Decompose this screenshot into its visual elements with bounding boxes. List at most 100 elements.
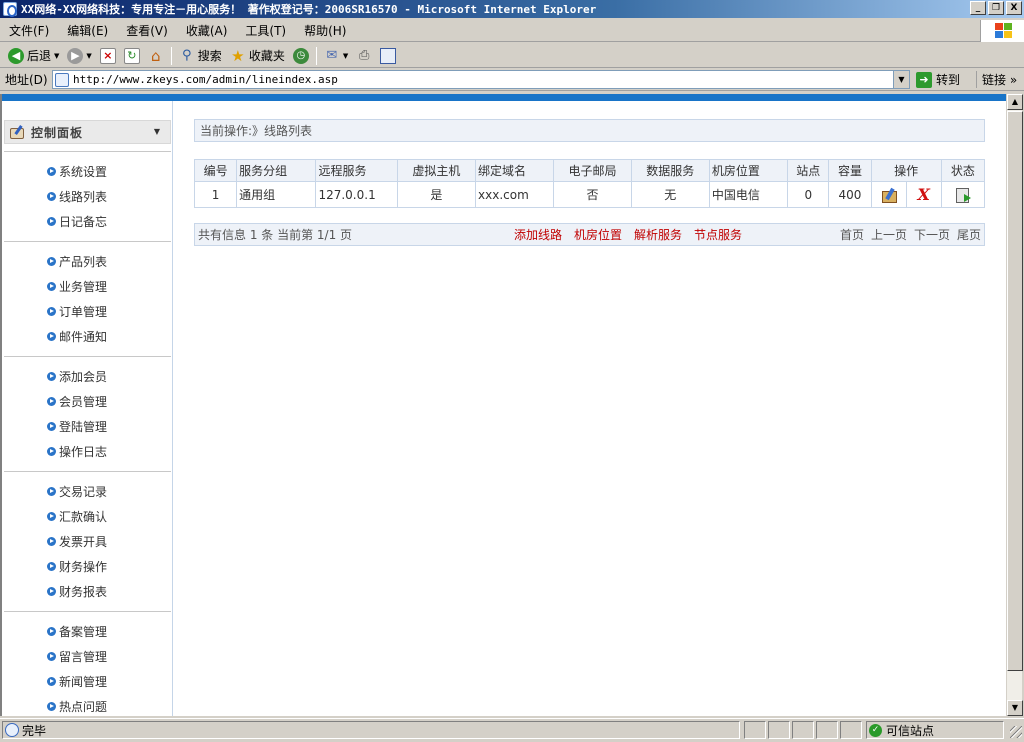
stop-button[interactable]: × [96,47,120,64]
cell-id: 1 [193,181,238,208]
refresh-button[interactable]: ↻ [120,47,144,64]
table-header-row: 编号 服务分组 远程服务 虚拟主机 绑定域名 电子邮局 数据服务 机房位置 站点… [193,159,986,182]
bullet-arrow-icon [47,447,56,456]
address-dropdown-icon[interactable]: ▼ [893,71,909,88]
sidebar-item-system-settings[interactable]: 系统设置 [4,159,171,184]
bullet-arrow-icon [47,422,56,431]
dns-service-link[interactable]: 解析服务 [634,226,682,243]
sidebar-item-transactions[interactable]: 交易记录 [4,479,171,504]
minimize-button[interactable]: _ [970,1,986,15]
sidebar-item-add-member[interactable]: 添加会员 [4,364,171,389]
search-label: 搜索 [197,49,222,63]
status-panel [792,721,814,739]
edit-page-button[interactable] [376,47,400,64]
room-location-link[interactable]: 机房位置 [574,226,622,243]
cell-actions: X [870,181,942,208]
mail-button[interactable]: ✉ ▼ [320,48,352,64]
status-text-panel: 完毕 [2,721,740,739]
page-done-icon [5,723,19,737]
cell-status[interactable] [940,181,986,208]
history-button[interactable]: ◷ [289,47,313,64]
sidebar-item-finance-operation[interactable]: 财务操作 [4,554,171,579]
sidebar-item-login-management[interactable]: 登陆管理 [4,414,171,439]
sidebar-item-message-management[interactable]: 留言管理 [4,644,171,669]
toolbar-separator [315,46,317,65]
sidebar-item-news-management[interactable]: 新闻管理 [4,669,171,694]
address-field[interactable]: ▼ [52,70,910,89]
sidebar-group-system: 系统设置 线路列表 日记备忘 [4,151,171,234]
delete-action[interactable]: X [907,182,941,207]
status-text: 完毕 [22,723,47,738]
sidebar-group-business: 产品列表 业务管理 订单管理 邮件通知 [4,241,171,349]
column-header: 数据服务 [630,159,710,182]
sidebar-item-finance-report[interactable]: 财务报表 [4,579,171,604]
node-service-link[interactable]: 节点服务 [694,226,742,243]
sidebar-item-label: 新闻管理 [59,675,108,689]
maximize-button[interactable]: ❐ [988,1,1004,15]
scroll-thumb[interactable] [1007,111,1023,671]
control-panel-title: 控制面板 [31,125,84,140]
column-header: 容量 [828,159,872,182]
url-input[interactable] [73,73,893,86]
bullet-arrow-icon [47,537,56,546]
sidebar-item-remittance-confirm[interactable]: 汇款确认 [4,504,171,529]
page-viewport: 控制面板 ▼ 系统设置 线路列表 日记备忘 产品列表 业务管理 订单管理 邮件通… [0,94,1006,716]
cell-database: 无 [630,181,710,208]
menu-help[interactable]: 帮助(H) [295,22,355,39]
chevron-down-icon[interactable]: ▼ [54,52,59,60]
back-button[interactable]: ◀ 后退 ▼ [4,47,63,64]
sidebar-item-business-management[interactable]: 业务管理 [4,274,171,299]
sidebar-item-label: 交易记录 [59,485,108,499]
sidebar-item-line-list[interactable]: 线路列表 [4,184,171,209]
close-button[interactable]: X [1006,1,1022,15]
menu-view[interactable]: 查看(V) [117,22,177,39]
table-row: 1 通用组 127.0.0.1 是 xxx.com 否 无 中国电信 0 400 [193,181,986,208]
next-page-link[interactable]: 下一页 [914,226,950,243]
scroll-down-icon[interactable]: ▼ [1007,700,1023,716]
chevron-down-icon[interactable]: ▼ [86,52,91,60]
sidebar-item-memo[interactable]: 日记备忘 [4,209,171,234]
sidebar-item-product-list[interactable]: 产品列表 [4,249,171,274]
sidebar-item-label: 热点问题 [59,700,108,714]
menu-file[interactable]: 文件(F) [0,22,58,39]
chevron-down-icon[interactable]: ▼ [154,127,160,136]
record-count: 共有信息 1 条 当前第 1/1 页 [198,228,353,242]
page-icon [55,72,69,87]
edit-action[interactable] [872,182,907,207]
cell-location: 中国电信 [708,181,789,208]
first-page-link[interactable]: 首页 [840,226,864,243]
menu-edit[interactable]: 编辑(E) [58,22,117,39]
chevron-down-icon[interactable]: ▼ [343,52,348,60]
last-page-link[interactable]: 尾页 [957,226,981,243]
printer-icon: ⎙ [359,47,370,63]
add-line-link[interactable]: 添加线路 [514,226,562,243]
prev-page-link[interactable]: 上一页 [871,226,907,243]
favorites-button[interactable]: ★ 收藏夹 [226,47,289,64]
print-button[interactable]: ⎙ [352,48,376,64]
sidebar-item-operation-log[interactable]: 操作日志 [4,439,171,464]
search-button[interactable]: ⚲ 搜索 [175,47,226,64]
go-button[interactable]: ➜ 转到 [916,71,960,88]
sidebar-item-invoice[interactable]: 发票开具 [4,529,171,554]
cell-group: 通用组 [236,181,317,208]
sidebar-item-filing-management[interactable]: 备案管理 [4,619,171,644]
scroll-up-icon[interactable]: ▲ [1007,94,1023,110]
vertical-scrollbar[interactable]: ▲ ▼ [1006,94,1023,716]
menu-favorites[interactable]: 收藏(A) [177,22,237,39]
sidebar-item-hot-questions[interactable]: 热点问题 [4,694,171,716]
standard-toolbar: ◀ 后退 ▼ ▶ ▼ × ↻ ⌂ ⚲ 搜索 ★ 收藏夹 ◷ ✉ ▼ ⎙ [0,44,1024,68]
sidebar-item-label: 订单管理 [59,305,108,319]
resize-grip-icon[interactable] [1010,726,1022,738]
sidebar: 控制面板 ▼ 系统设置 线路列表 日记备忘 产品列表 业务管理 订单管理 邮件通… [4,101,173,716]
links-button[interactable]: 链接 » [976,71,1017,88]
sidebar-item-order-management[interactable]: 订单管理 [4,299,171,324]
sidebar-item-mail-notify[interactable]: 邮件通知 [4,324,171,349]
sidebar-item-member-management[interactable]: 会员管理 [4,389,171,414]
cell-mail: 否 [553,181,632,208]
control-panel-header[interactable]: 控制面板 ▼ [4,120,171,144]
status-run-icon [955,187,971,203]
home-button[interactable]: ⌂ [144,48,168,64]
menu-tools[interactable]: 工具(T) [236,22,295,39]
forward-button[interactable]: ▶ ▼ [63,47,95,64]
stop-icon: × [99,47,116,64]
